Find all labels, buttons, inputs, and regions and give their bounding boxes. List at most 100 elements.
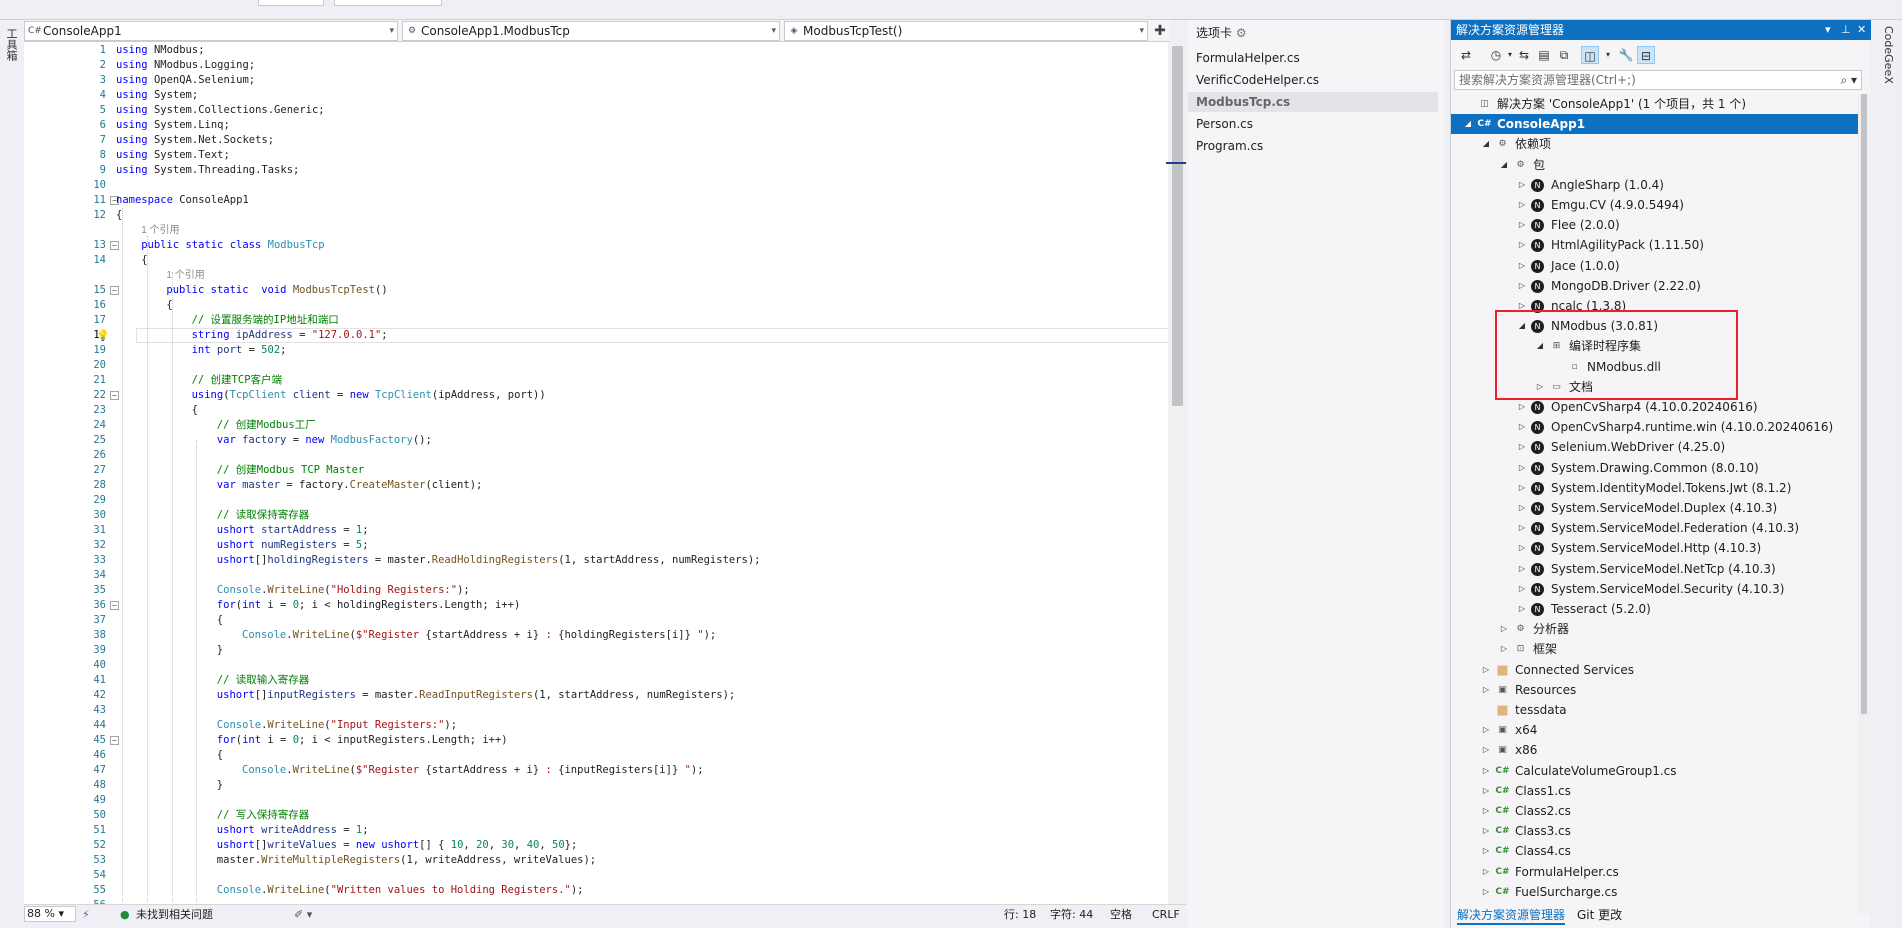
expand-arrow-icon[interactable]: ▷ — [1517, 538, 1527, 558]
tab-item[interactable]: Program.cs — [1188, 136, 1438, 156]
expand-arrow-icon[interactable]: ▷ — [1517, 417, 1527, 437]
tree-item[interactable]: ▷ N System.ServiceModel.Http (4.10.3) — [1451, 538, 1859, 558]
expand-arrow-icon[interactable]: ▷ — [1517, 458, 1527, 478]
class-dropdown[interactable]: ⚙ ConsoleApp1.ModbusTcp ▾ — [402, 21, 780, 41]
properties-wrench-icon[interactable]: 🔧 — [1617, 46, 1635, 64]
split-icon[interactable]: ✚ — [1150, 21, 1170, 41]
tree-item[interactable]: ▷ C# Class2.cs — [1451, 801, 1859, 821]
codegeex-tab[interactable]: CodeGeeX — [1882, 26, 1895, 84]
tree-item[interactable]: ▷ N System.IdentityModel.Tokens.Jwt (8.1.2… — [1451, 478, 1859, 498]
eol-indicator[interactable]: CRLF — [1152, 908, 1180, 922]
tree-item[interactable]: ▷ N System.ServiceModel.NetTcp (4.10.3) — [1451, 559, 1859, 579]
expand-arrow-icon[interactable]: ▷ — [1481, 781, 1491, 801]
tab-git-changes[interactable]: Git 更改 — [1577, 906, 1622, 923]
expand-arrow-icon[interactable]: ▷ — [1481, 821, 1491, 841]
expand-arrow-icon[interactable]: ▷ — [1517, 559, 1527, 579]
tree-item[interactable]: ▷ ⚙ 分析器 — [1451, 619, 1859, 639]
solution-search-input[interactable]: 搜索解决方案资源管理器(Ctrl+;) ⌕ ▾ — [1454, 70, 1862, 90]
tree-item[interactable]: ▷ N Tesseract (5.2.0) — [1451, 599, 1859, 619]
collapse-region-icon[interactable]: − — [110, 601, 119, 610]
member-dropdown[interactable]: ◈ ModbusTcpTest() ▾ — [784, 21, 1148, 41]
reference-label[interactable]: 1 个引用 — [141, 225, 179, 236]
collapse-all-icon[interactable]: ▤ — [1535, 46, 1553, 64]
preview-icon[interactable]: ⊟ — [1637, 46, 1655, 64]
expand-arrow-icon[interactable]: ▷ — [1517, 599, 1527, 619]
expand-arrow-icon[interactable]: ▷ — [1517, 235, 1527, 255]
brush-icon[interactable]: ✐ ▾ — [294, 908, 312, 922]
copy-icon[interactable]: ⧉ — [1555, 46, 1573, 64]
expand-arrow-icon[interactable]: ▷ — [1517, 215, 1527, 235]
expand-arrow-icon[interactable]: ▷ — [1481, 660, 1491, 680]
expand-arrow-icon[interactable]: ▷ — [1481, 801, 1491, 821]
editor-vertical-scrollbar[interactable] — [1168, 42, 1186, 904]
expand-arrow-icon[interactable]: ▷ — [1481, 720, 1491, 740]
search-icon[interactable]: ⌕ ▾ — [1840, 71, 1857, 89]
tree-item[interactable]: ▷ N OpenCvSharp4.runtime.win (4.10.0.20240… — [1451, 417, 1859, 437]
project-dropdown[interactable]: C# ConsoleApp1 ▾ — [24, 21, 398, 41]
expand-arrow-icon[interactable]: ▷ — [1517, 175, 1527, 195]
intellicode-icon[interactable]: ⚡ — [82, 908, 90, 922]
collapse-region-icon[interactable]: − — [110, 241, 119, 250]
pin-icon[interactable]: ⊥ — [1841, 20, 1851, 40]
tree-item[interactable]: ▷ ▣ x64 — [1451, 720, 1859, 740]
sync-icon[interactable]: ⇆ — [1515, 46, 1533, 64]
expand-arrow-icon[interactable]: ▷ — [1517, 256, 1527, 276]
tree-item[interactable]: ▷ ⊡ 框架 — [1451, 639, 1859, 659]
zoom-selector[interactable]: 88 % ▾ — [24, 906, 76, 922]
lightbulb-icon[interactable]: 💡 — [96, 328, 110, 343]
tree-item[interactable]: ▷ C# Class1.cs — [1451, 781, 1859, 801]
expand-arrow-icon[interactable]: ▷ — [1499, 619, 1509, 639]
tab-item[interactable]: VerificCodeHelper.cs — [1188, 70, 1438, 90]
collapse-region-icon[interactable]: − — [110, 736, 119, 745]
filter-icon[interactable]: ◫ — [1581, 46, 1599, 64]
expand-arrow-icon[interactable]: ▷ — [1481, 680, 1491, 700]
code-editor[interactable]: 1 using NModbus; 2 using NModbus.Logging; 3 u… — [24, 42, 1170, 904]
char-indicator[interactable]: 字符: 44 — [1050, 908, 1093, 922]
switch-views-icon[interactable]: ⇄ — [1457, 46, 1475, 64]
tree-item[interactable]: ▷ N Emgu.CV (4.9.0.5494) — [1451, 195, 1859, 215]
scrollbar-thumb[interactable] — [1861, 94, 1867, 714]
expand-arrow-icon[interactable]: ▷ — [1481, 740, 1491, 760]
tree-item[interactable]: ▷ N System.Drawing.Common (8.0.10) — [1451, 458, 1859, 478]
tree-item[interactable]: ▷ N Selenium.WebDriver (4.25.0) — [1451, 437, 1859, 457]
expand-arrow-icon[interactable]: ▷ — [1517, 478, 1527, 498]
expand-arrow-icon[interactable]: ▷ — [1517, 397, 1527, 417]
tree-item[interactable]: ▷ C# FormulaHelper.cs — [1451, 862, 1859, 882]
solution-tree-scrollbar[interactable] — [1858, 94, 1870, 914]
tab-item[interactable]: FormulaHelper.cs — [1188, 48, 1438, 68]
tab-item[interactable]: ModbusTcp.cs — [1188, 92, 1438, 112]
expand-arrow-icon[interactable]: ▷ — [1517, 195, 1527, 215]
expand-arrow-icon[interactable]: ▷ — [1517, 437, 1527, 457]
tree-item[interactable]: ▷ N AngleSharp (1.0.4) — [1451, 175, 1859, 195]
tree-item[interactable]: ▷ N Jace (1.0.0) — [1451, 256, 1859, 276]
collapse-arrow-icon[interactable]: ◢ — [1481, 134, 1491, 154]
solution-tree[interactable]: ◫ 解决方案 'ConsoleApp1' (1 个项目，共 1 个) ◢ C# Cons… — [1451, 94, 1859, 906]
expand-arrow-icon[interactable]: ▷ — [1517, 579, 1527, 599]
tree-item[interactable]: ▷ N Flee (2.0.0) — [1451, 215, 1859, 235]
expand-arrow-icon[interactable]: ▷ — [1517, 276, 1527, 296]
collapse-arrow-icon[interactable]: ◢ — [1499, 155, 1509, 175]
expand-arrow-icon[interactable]: ▷ — [1517, 498, 1527, 518]
tree-item[interactable]: ◫ 解决方案 'ConsoleApp1' (1 个项目，共 1 个) — [1451, 94, 1859, 114]
tree-item[interactable]: ▷ N System.ServiceModel.Federation (4.10.3… — [1451, 518, 1859, 538]
close-icon[interactable]: ✕ — [1857, 20, 1866, 40]
expand-arrow-icon[interactable]: ▷ — [1481, 882, 1491, 902]
tree-item[interactable]: ▷ C# FuelSurcharge.cs — [1451, 882, 1859, 902]
issues-status[interactable]: 未找到相关问题 — [136, 908, 213, 922]
tab-solution-explorer[interactable]: 解决方案资源管理器 — [1457, 906, 1566, 925]
whitespace-indicator[interactable]: 空格 — [1110, 908, 1132, 922]
tree-item[interactable]: ▷ N System.ServiceModel.Duplex (4.10.3) — [1451, 498, 1859, 518]
tab-item[interactable]: Person.cs — [1188, 114, 1438, 134]
reference-codelens[interactable]: 1 个引用 — [24, 268, 1164, 283]
tree-item[interactable]: ▷ ■ Connected Services — [1451, 660, 1859, 680]
tree-item[interactable]: ▷ C# Class3.cs — [1451, 821, 1859, 841]
tree-item[interactable]: ▷ N HtmlAgilityPack (1.11.50) — [1451, 235, 1859, 255]
gear-icon[interactable]: ⚙ — [1236, 26, 1247, 40]
reference-codelens[interactable]: 1 个引用 — [24, 223, 1164, 238]
expand-arrow-icon[interactable]: ▷ — [1481, 862, 1491, 882]
tree-item[interactable]: ▷ C# CalculateVolumeGroup1.cs — [1451, 761, 1859, 781]
collapse-region-icon[interactable]: − — [110, 391, 119, 400]
collapse-region-icon[interactable]: − — [110, 286, 119, 295]
chevron-down-icon[interactable]: ▾ — [1599, 46, 1617, 64]
tree-item[interactable]: ◢ ⚙ 包 — [1451, 155, 1859, 175]
